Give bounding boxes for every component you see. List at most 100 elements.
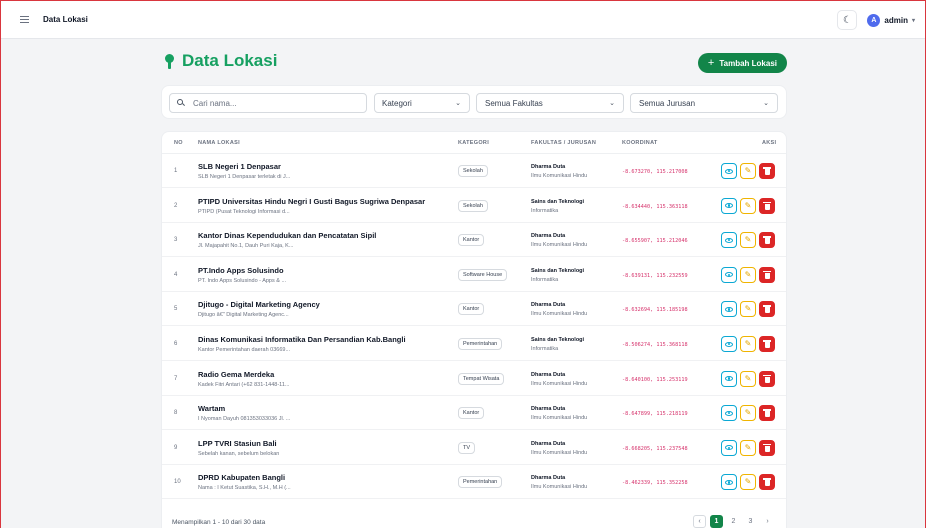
department-name: Informatika: [531, 207, 559, 214]
delete-button[interactable]: [759, 232, 775, 249]
location-name: SLB Negeri 1 Denpasar: [198, 162, 281, 171]
department-name: Ilmu Komunikasi Hindu: [531, 415, 588, 422]
row-actions: ✎: [721, 163, 775, 179]
edit-icon: ✎: [744, 339, 752, 348]
edit-icon: ✎: [744, 235, 752, 245]
eye-icon: [725, 479, 733, 485]
search-field[interactable]: [169, 93, 367, 113]
eye-icon: [725, 376, 733, 382]
search-icon: [177, 99, 185, 107]
row-number: 8: [174, 410, 178, 417]
delete-button[interactable]: [759, 163, 775, 179]
chevron-down-icon: ▾: [911, 17, 915, 24]
eye-icon: [725, 341, 733, 347]
view-button[interactable]: [721, 439, 737, 456]
department-select[interactable]: Semua Jurusan ⌄: [630, 93, 778, 113]
page-button-3[interactable]: 3: [744, 515, 757, 528]
edit-button[interactable]: ✎: [740, 232, 756, 249]
search-input[interactable]: [193, 98, 363, 108]
edit-button[interactable]: ✎: [740, 439, 756, 456]
row-actions: ✎: [721, 301, 775, 318]
pagination: ‹ 1 2 3 ›: [693, 515, 774, 528]
edit-button[interactable]: ✎: [740, 301, 756, 318]
user-name: admin: [884, 15, 908, 25]
view-button[interactable]: [721, 405, 737, 422]
view-button[interactable]: [721, 301, 737, 318]
eye-icon: [725, 168, 733, 174]
delete-button[interactable]: [759, 197, 775, 214]
table-footer: Menampilkan 1 - 10 dari 30 data ‹ 1 2 3 …: [162, 512, 786, 528]
location-name: PT.Indo Apps Solusindo: [198, 265, 284, 275]
delete-button[interactable]: [759, 439, 775, 456]
location-name: Dinas Komunikasi Informatika Dan Persand…: [198, 335, 406, 344]
trash-icon: [763, 374, 771, 383]
row-actions: ✎: [721, 405, 775, 422]
user-menu[interactable]: A admin ▾: [867, 13, 915, 27]
edit-icon: ✎: [744, 269, 752, 279]
moon-icon: ☾: [842, 14, 852, 26]
add-location-button[interactable]: + Tambah Lokasi: [697, 53, 787, 73]
faculty-name: Sains dan Teknologi: [531, 267, 585, 274]
avatar: A: [867, 13, 881, 27]
delete-button[interactable]: [759, 301, 775, 318]
page-button-1[interactable]: 1: [710, 515, 723, 528]
location-description: Djitugo â€" Digital Marketing Agenc...: [198, 312, 289, 319]
category-badge: Pemerintahan: [458, 338, 503, 350]
page-header: Data Lokasi + Tambah Lokasi: [161, 51, 787, 75]
trash-icon: [763, 236, 771, 245]
edit-button[interactable]: ✎: [740, 197, 756, 214]
theme-toggle-button[interactable]: ☾: [837, 10, 858, 30]
edit-button[interactable]: ✎: [740, 405, 756, 422]
view-button[interactable]: [721, 266, 737, 283]
chevron-down-icon: ⌄: [455, 100, 461, 107]
edit-button[interactable]: ✎: [740, 163, 756, 179]
edit-icon: ✎: [744, 442, 752, 452]
prev-page-button[interactable]: ‹: [693, 515, 706, 528]
department-name: Ilmu Komunikasi Hindu: [531, 380, 588, 387]
faculty-select[interactable]: Semua Fakultas ⌄: [476, 93, 624, 113]
view-button[interactable]: [721, 336, 737, 352]
top-bar: Data Lokasi ☾ A admin ▾: [1, 1, 925, 39]
page-button-2[interactable]: 2: [727, 515, 740, 528]
edit-icon: ✎: [744, 477, 752, 487]
location-description: Kadek Fitri Antari (+62 831-1448-11...: [198, 381, 290, 388]
department-name: Ilmu Komunikasi Hindu: [531, 173, 588, 179]
table-row: 5 Djitugo - Digital Marketing Agency Djitu…: [162, 292, 786, 327]
next-page-button[interactable]: ›: [761, 515, 774, 528]
category-badge: Sekolah: [458, 199, 488, 212]
department-name: Ilmu Komunikasi Hindu: [531, 242, 588, 249]
view-button[interactable]: [721, 163, 737, 179]
category-badge: Kantor: [458, 234, 485, 247]
category-select[interactable]: Kategori ⌄: [374, 93, 470, 113]
edit-button[interactable]: ✎: [740, 266, 756, 283]
delete-button[interactable]: [759, 405, 775, 422]
pagination-summary: Menampilkan 1 - 10 dari 30 data: [172, 519, 266, 526]
category-badge: TV: [458, 441, 476, 454]
eye-icon: [725, 410, 733, 416]
edit-icon: ✎: [744, 408, 752, 418]
table-row: 3 Kantor Dinas Kependudukan dan Pencatata…: [162, 223, 786, 258]
chevron-down-icon: ⌄: [609, 100, 615, 107]
chevron-down-icon: ⌄: [763, 100, 769, 107]
edit-button[interactable]: ✎: [740, 370, 756, 387]
coordinates: -8.506274, 115.368118: [622, 342, 688, 348]
delete-button[interactable]: [759, 474, 775, 491]
view-button[interactable]: [721, 474, 737, 491]
menu-icon[interactable]: [13, 9, 35, 31]
trash-icon: [763, 270, 771, 279]
table-row: 4 PT.Indo Apps Solusindo PT. Indo Apps Sol…: [162, 258, 786, 292]
view-button[interactable]: [721, 232, 737, 249]
location-description: Sebelah kanan, sebelum belokan: [198, 450, 280, 457]
delete-button[interactable]: [759, 266, 775, 283]
delete-button[interactable]: [759, 370, 775, 387]
location-name: Radio Gema Merdeka: [198, 369, 275, 379]
view-button[interactable]: [721, 370, 737, 387]
edit-button[interactable]: ✎: [740, 336, 756, 352]
table-row: 8 Wartam I Nyoman Dayuh 081353033036 Jl. .…: [162, 396, 786, 431]
location-description: Kantor Pemerintahan daerah 03669...: [198, 347, 291, 353]
view-button[interactable]: [721, 197, 737, 214]
table-row: 10 DPRD Kabupaten Bangli Nama : I Ketut Su…: [162, 465, 786, 500]
faculty-name: Dharma Duta: [531, 406, 566, 413]
delete-button[interactable]: [759, 336, 775, 352]
edit-button[interactable]: ✎: [740, 474, 756, 491]
